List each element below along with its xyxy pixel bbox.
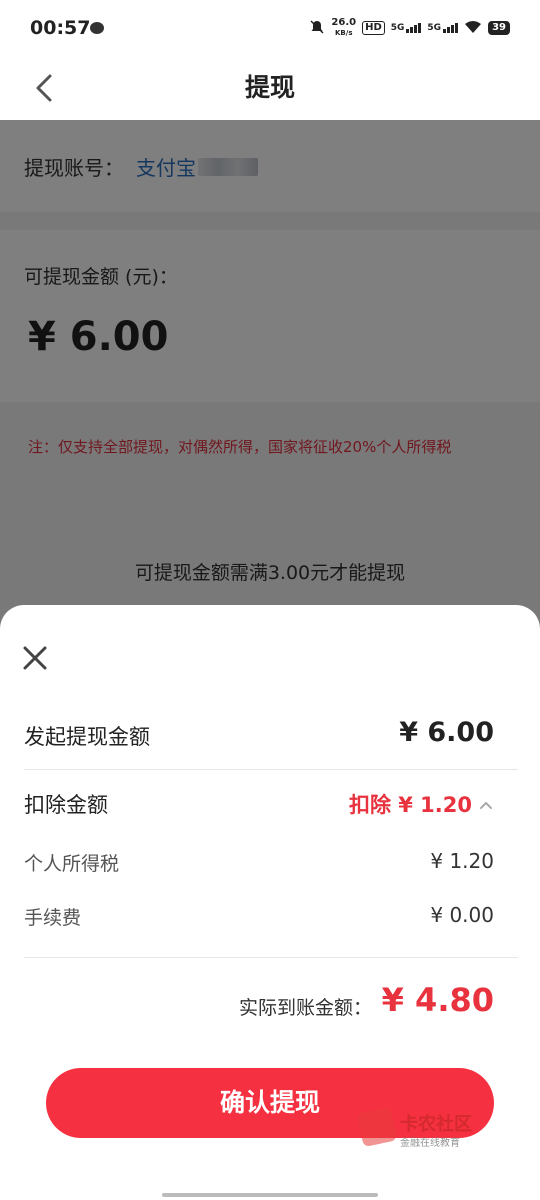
watermark: 卡农社区 金融在线教育 bbox=[356, 1106, 490, 1150]
battery-icon: 39 bbox=[488, 21, 510, 35]
net-speed-unit: KB/s bbox=[335, 29, 353, 37]
deduction-row[interactable]: 扣除金额 扣除 ¥ 1.20 bbox=[24, 787, 494, 827]
initiate-amount-label: 发起提现金额 bbox=[24, 725, 150, 749]
final-amount-value: ¥ 4.80 bbox=[381, 981, 494, 1019]
fee-row: 手续费 ¥ 0.00 bbox=[24, 903, 494, 933]
status-time: 00:57 bbox=[30, 17, 91, 39]
income-tax-value: ¥ 1.20 bbox=[430, 849, 494, 873]
wifi-icon bbox=[464, 20, 482, 37]
initiate-amount-value: ¥ 6.00 bbox=[399, 717, 494, 748]
sim1-signal-icon: 5G bbox=[391, 23, 422, 33]
divider bbox=[24, 769, 518, 770]
final-amount-label: 实际到账金额： bbox=[238, 997, 372, 1019]
chat-notification-icon bbox=[90, 22, 104, 34]
watermark-subtitle: 金融在线教育 bbox=[400, 1138, 460, 1149]
mute-bell-icon bbox=[309, 19, 325, 38]
home-indicator[interactable] bbox=[162, 1193, 378, 1197]
status-icons: 26.0 KB/s HD 5G 5G 39 bbox=[309, 18, 510, 38]
sim2-label: 5G bbox=[427, 23, 442, 33]
initiate-amount-row: 发起提现金额 ¥ 6.00 bbox=[24, 717, 494, 757]
fee-label: 手续费 bbox=[24, 907, 82, 929]
nav-bar: 提现 bbox=[0, 56, 540, 120]
deduction-label: 扣除金额 bbox=[24, 793, 108, 817]
hd-badge: HD bbox=[362, 21, 385, 35]
watermark-title: 卡农社区 bbox=[400, 1114, 472, 1135]
income-tax-row: 个人所得税 ¥ 1.20 bbox=[24, 849, 494, 879]
close-button[interactable] bbox=[20, 643, 50, 673]
watermark-logo-icon bbox=[356, 1106, 398, 1148]
net-speed-value: 26.0 bbox=[331, 17, 357, 28]
page-title: 提现 bbox=[244, 73, 295, 102]
income-tax-label: 个人所得税 bbox=[24, 853, 120, 875]
status-bar: 00:57 26.0 KB/s HD 5G 5G 39 bbox=[0, 0, 540, 56]
deduction-value: 扣除 ¥ 1.20 bbox=[348, 793, 472, 817]
close-icon bbox=[23, 646, 47, 670]
chevron-up-icon[interactable] bbox=[478, 797, 494, 813]
divider bbox=[24, 957, 518, 958]
fee-value: ¥ 0.00 bbox=[430, 903, 494, 927]
net-speed: 26.0 KB/s bbox=[331, 18, 356, 38]
sim1-label: 5G bbox=[390, 23, 405, 33]
sim2-signal-icon: 5G bbox=[427, 23, 459, 33]
